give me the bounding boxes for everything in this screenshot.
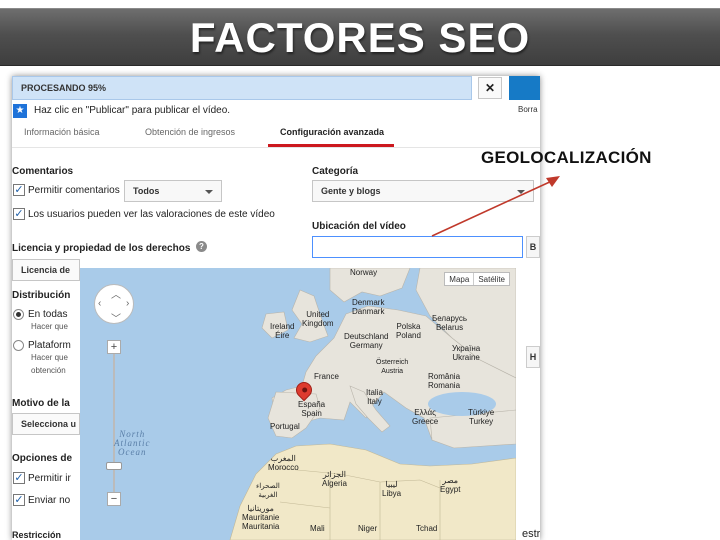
chevron-right-icon[interactable]: › <box>126 298 129 309</box>
help-icon[interactable]: ? <box>196 241 207 252</box>
map-label-italy: Italia Italy <box>366 388 383 406</box>
pan-control[interactable]: ︿ ﹀ ‹ › <box>94 284 134 325</box>
allow-comments-checkbox[interactable]: ✓ <box>13 184 25 196</box>
show-ratings-label: Los usuarios pueden ver las valoraciones… <box>28 209 275 220</box>
reason-select[interactable]: Selecciona u <box>12 413 80 435</box>
map-label-romania: România Romania <box>428 372 461 390</box>
chevron-down-icon <box>205 190 213 194</box>
send-notifications-label: Enviar no <box>28 495 71 506</box>
options-heading: Opciones de <box>12 453 73 464</box>
map-label-libya: ليبيا Libya <box>382 480 402 498</box>
map-label-uk: United Kingdom <box>302 310 334 328</box>
map-label-norway: Norway <box>350 268 378 277</box>
reason-heading: Motivo de la <box>12 398 70 409</box>
zoom-out-button[interactable]: − <box>107 492 121 506</box>
distribution-everywhere-radio[interactable] <box>13 309 24 320</box>
location-heading: Ubicación del vídeo <box>312 221 406 232</box>
tab-monetization[interactable]: Obtención de ingresos <box>145 127 235 137</box>
map-label-france: France <box>314 372 339 381</box>
license-heading: Licencia y propiedad de los derechos <box>12 243 191 254</box>
distribution-everywhere-label: En todas <box>28 309 68 320</box>
restriction-heading: Restricción <box>12 530 62 540</box>
publish-hint: ★ Haz clic en "Publicar" para publicar e… <box>12 102 540 122</box>
allow-comments-label: Permitir comentarios <box>28 185 120 196</box>
allow-embed-checkbox[interactable]: ✓ <box>13 472 25 484</box>
map-label-ireland: Ireland Éire <box>270 322 295 340</box>
send-notifications-checkbox[interactable]: ✓ <box>13 494 25 506</box>
map-label-algeria: الجزائر Algeria <box>322 470 347 488</box>
show-ratings-checkbox[interactable]: ✓ <box>13 208 25 220</box>
distribution-platforms-hint: Hacer que <box>31 353 68 362</box>
map-label-belarus: Беларусь Belarus <box>432 314 467 332</box>
map-label-ukraine: Україна Ukraine <box>452 344 481 362</box>
location-map[interactable]: Mapa Satélite ︿ ﹀ ‹ › + − Norway Denmark… <box>80 268 516 540</box>
arrow-head <box>546 176 560 187</box>
license-select[interactable]: Licencia de <box>12 259 80 281</box>
map-label-niger: Niger <box>358 524 378 533</box>
map-label-poland: Polska Poland <box>396 322 421 340</box>
geolocation-annotation: GEOLOCALIZACIÓN <box>481 148 652 167</box>
side-text-fragment: estr <box>522 528 540 540</box>
star-icon: ★ <box>13 104 27 118</box>
zoom-slider-handle[interactable] <box>106 462 122 470</box>
annotation-arrow <box>431 176 560 237</box>
upload-progress-bar: PROCESANDO 95% <box>12 76 472 100</box>
map-label-austria: Österreich Austria <box>376 359 409 375</box>
side-action-button[interactable]: H <box>526 346 540 368</box>
zoom-in-button[interactable]: + <box>107 340 121 354</box>
distribution-platforms-hint-2: obtención <box>31 366 66 375</box>
tab-advanced-settings[interactable]: Configuración avanzada <box>280 127 384 137</box>
chevron-left-icon[interactable]: ‹ <box>98 298 101 309</box>
comments-select-value: Todos <box>133 186 160 196</box>
tab-basic-info[interactable]: Información básica <box>24 127 100 137</box>
chevron-down-icon[interactable]: ﹀ <box>111 310 121 325</box>
reason-select-value: Selecciona u <box>21 419 77 429</box>
tab-bar: Información básica Obtención de ingresos… <box>12 122 540 148</box>
map-label-western-sahara: الصحراء الغربية <box>256 483 280 499</box>
zoom-slider-track[interactable] <box>113 348 115 500</box>
close-icon[interactable]: ✕ <box>478 77 502 99</box>
map-label-portugal: Portugal <box>270 422 300 431</box>
slide-title: FACTORES SEO <box>0 8 720 66</box>
distribution-everywhere-hint: Hacer que <box>31 322 68 331</box>
youtube-upload-screenshot: PROCESANDO 95% ✕ ★ Haz clic en "Publicar… <box>12 76 540 540</box>
map-label-greece: Ελλάς Greece <box>412 408 439 426</box>
map-label-mali: Mali <box>310 524 325 533</box>
map-type-satellite[interactable]: Satélite <box>473 273 509 285</box>
comments-select[interactable]: Todos <box>124 180 222 202</box>
license-select-value: Licencia de <box>21 265 71 275</box>
chevron-up-icon[interactable]: ︿ <box>111 286 121 301</box>
distribution-heading: Distribución <box>12 290 71 301</box>
distribution-platforms-label: Plataform <box>28 340 71 351</box>
active-tab-indicator <box>268 144 394 147</box>
progress-label: PROCESANDO 95% <box>21 83 107 93</box>
map-label-chad: Tchad <box>416 524 438 533</box>
arrow-line <box>431 179 555 237</box>
draft-link[interactable]: Borra <box>518 105 538 114</box>
publish-hint-text: Haz clic en "Publicar" para publicar el … <box>34 105 231 116</box>
allow-embed-label: Permitir ir <box>28 473 71 484</box>
map-label-denmark: Denmark Danmark <box>352 298 385 316</box>
category-heading: Categoría <box>312 166 359 177</box>
distribution-platforms-radio[interactable] <box>13 340 24 351</box>
map-label-egypt: مصر Egypt <box>440 476 461 494</box>
map-label-mauritania: موريتانيا Mauritanie Mauritania <box>242 504 280 531</box>
publish-button[interactable] <box>509 76 540 100</box>
map-label-spain: España Spain <box>298 400 326 418</box>
map-type-map[interactable]: Mapa <box>445 273 473 285</box>
map-label-north-atlantic: North Atlantic Ocean <box>114 429 151 457</box>
map-label-germany: Deutschland Germany <box>344 332 389 350</box>
map-label-turkey: Türkiye Turkey <box>468 408 495 426</box>
map-type-toggle[interactable]: Mapa Satélite <box>444 272 510 286</box>
map-label-morocco: المغرب Morocco <box>268 454 299 472</box>
comments-heading: Comentarios <box>12 166 74 177</box>
category-select-value: Gente y blogs <box>321 186 381 196</box>
